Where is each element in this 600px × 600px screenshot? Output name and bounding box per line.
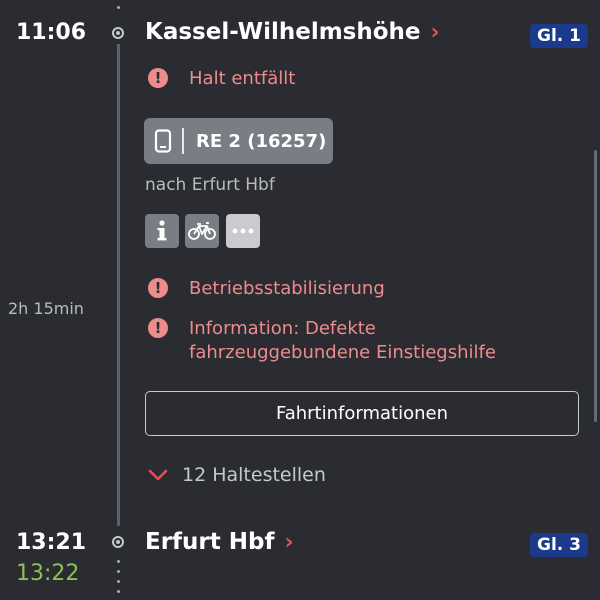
timeline-continuation xyxy=(117,560,120,600)
arrival-station-name: Erfurt Hbf xyxy=(145,529,275,555)
arrival-platform-badge: Gl. 3 xyxy=(530,533,588,557)
travel-duration: 2h 15min xyxy=(8,299,84,318)
timeline-rail xyxy=(117,44,120,526)
arrival-stop-marker xyxy=(112,536,124,548)
stops-toggle[interactable]: 12 Haltestellen xyxy=(148,464,326,486)
train-name: RE 2 (16257) xyxy=(196,130,327,152)
warning-icon: ! xyxy=(148,278,168,298)
chevron-down-icon xyxy=(148,469,168,481)
chevron-right-icon: › xyxy=(430,19,440,45)
trip-info-button[interactable]: Fahrtinformationen xyxy=(145,391,579,436)
stop-cancelled-notice: ! Halt entfällt xyxy=(148,67,295,91)
train-direction: nach Erfurt Hbf xyxy=(145,175,275,195)
train-chip[interactable]: RE 2 (16257) xyxy=(144,118,333,164)
timeline-dot xyxy=(117,6,120,9)
train-notice: ! Betriebsstabilisierung xyxy=(148,277,385,301)
departure-station-link[interactable]: Kassel-Wilhelmshöhe › xyxy=(145,19,440,45)
warning-icon: ! xyxy=(148,68,168,88)
phone-icon xyxy=(154,129,172,153)
departure-time: 11:06 xyxy=(16,20,87,45)
warning-icon: ! xyxy=(148,318,168,338)
departure-platform-badge: Gl. 1 xyxy=(530,24,588,48)
more-icon[interactable] xyxy=(226,214,260,248)
info-icon[interactable] xyxy=(145,214,179,248)
departure-stop-marker xyxy=(112,27,124,39)
stops-count-label: 12 Haltestellen xyxy=(182,464,326,486)
scrollbar[interactable] xyxy=(594,150,597,422)
arrival-actual-time: 13:22 xyxy=(16,561,80,586)
bicycle-icon[interactable] xyxy=(185,214,219,248)
arrival-station-link[interactable]: Erfurt Hbf › xyxy=(145,529,294,555)
chip-separator xyxy=(182,128,184,154)
arrival-time: 13:21 xyxy=(16,530,87,555)
train-notice: ! Information: Defekte fahrzeuggebundene… xyxy=(148,317,496,365)
departure-station-name: Kassel-Wilhelmshöhe xyxy=(145,19,421,45)
chevron-right-icon: › xyxy=(284,529,294,555)
